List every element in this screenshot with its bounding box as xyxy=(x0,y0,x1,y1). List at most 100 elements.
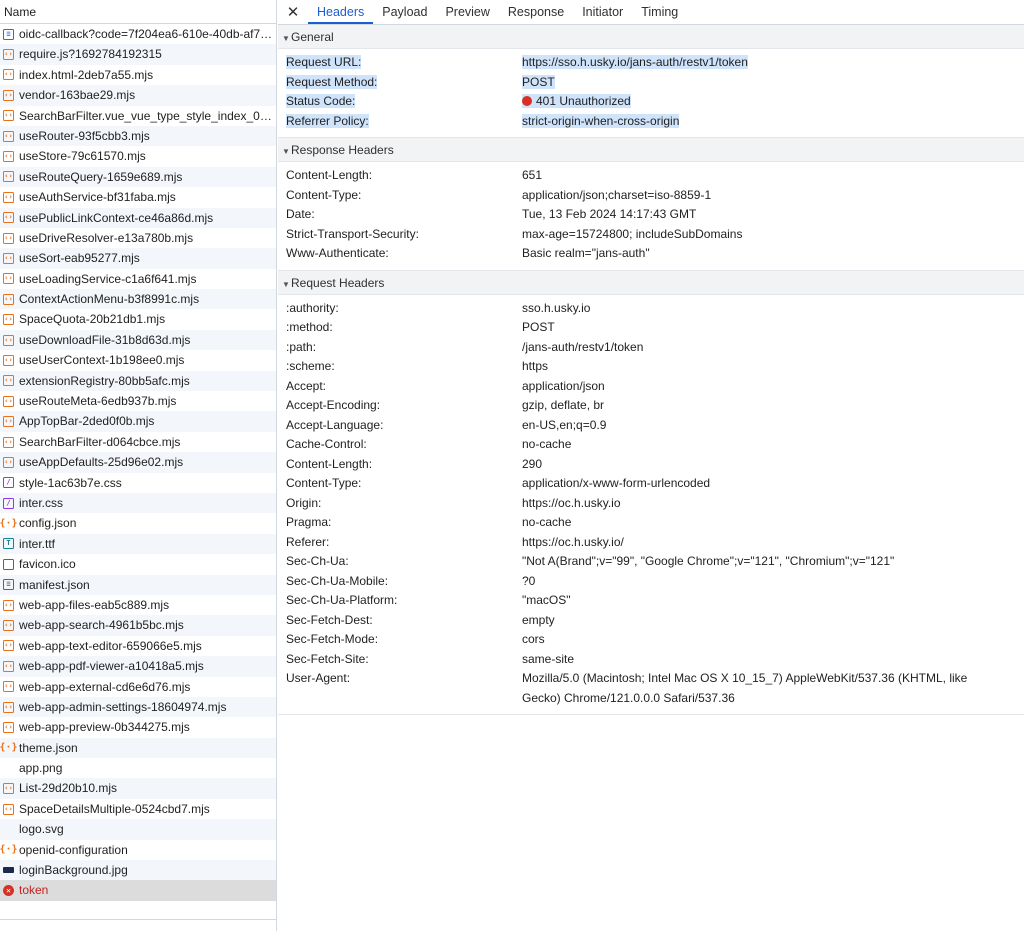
request-name: useLoadingService-c1a6f641.mjs xyxy=(19,271,197,286)
request-row[interactable]: loginBackground.jpg xyxy=(0,860,276,881)
request-row[interactable]: ‹› web-app-text-editor-659066e5.mjs xyxy=(0,636,276,656)
header-value-wrap: 290 xyxy=(522,457,542,471)
script-icon: ‹› xyxy=(3,681,14,693)
tab-payload[interactable]: Payload xyxy=(373,0,436,24)
header-value-wrap: no-cache xyxy=(522,515,571,529)
image-icon xyxy=(3,867,14,874)
tab-response[interactable]: Response xyxy=(499,0,573,24)
header-key: Sec-Ch-Ua-Mobile: xyxy=(286,573,389,588)
tab-preview[interactable]: Preview xyxy=(436,0,498,24)
request-name: extensionRegistry-80bb5afc.mjs xyxy=(19,373,190,388)
request-row[interactable]: ‹› List-29d20b10.mjs xyxy=(0,778,276,799)
tab-headers[interactable]: Headers xyxy=(308,0,374,24)
request-row[interactable]: ‹› useUserContext-1b198ee0.mjs xyxy=(0,350,276,370)
header-value: Mozilla/5.0 (Macintosh; Intel Mac OS X 1… xyxy=(522,671,968,705)
header-value-wrap: https xyxy=(522,359,548,373)
header-value: sso.h.usky.io xyxy=(522,300,591,315)
json-icon: {·} xyxy=(0,517,18,529)
request-row[interactable]: favicon.ico xyxy=(0,554,276,574)
file-icon xyxy=(3,558,14,570)
header-key: Sec-Fetch-Dest: xyxy=(286,612,373,627)
request-row[interactable]: ‹› useAppDefaults-25d96e02.mjs xyxy=(0,452,276,473)
request-row[interactable]: ‹› require.js?1692784192315 xyxy=(0,44,276,65)
request-name: web-app-pdf-viewer-a10418a5.mjs xyxy=(19,659,204,674)
request-row[interactable]: ‹› web-app-preview-0b344275.mjs xyxy=(0,717,276,737)
request-row[interactable]: ‹› usePublicLinkContext-ce46a86d.mjs xyxy=(0,207,276,228)
script-icon: ‹› xyxy=(3,130,14,142)
header-value: POST xyxy=(522,320,555,334)
request-row[interactable]: ‹› web-app-files-eab5c889.mjs xyxy=(0,595,276,615)
header-value: application/json;charset=iso-8859-1 xyxy=(522,187,712,202)
request-row[interactable]: ‹› useRouter-93f5cbb3.mjs xyxy=(0,125,276,147)
request-row[interactable]: app.png xyxy=(0,758,276,778)
close-icon[interactable]: ✕ xyxy=(278,0,308,24)
request-row[interactable]: ‹› web-app-external-cd6e6d76.mjs xyxy=(0,677,276,697)
header-key: Strict-Transport-Security: xyxy=(286,226,419,241)
request-row[interactable]: logo.svg xyxy=(0,819,276,840)
header-value-wrap: no-cache xyxy=(522,437,571,451)
header-row: Strict-Transport-Security: max-age=157248… xyxy=(278,225,1024,245)
request-row[interactable]: ‹› useStore-79c61570.mjs xyxy=(0,146,276,166)
script-icon: ‹› xyxy=(3,69,14,81)
header-value: strict-origin-when-cross-origin xyxy=(522,113,680,128)
header-row: :path: /jans-auth/restv1/token xyxy=(278,338,1024,358)
header-key: Date: xyxy=(286,207,315,221)
header-value-wrap: https://oc.h.usky.io/ xyxy=(522,535,624,549)
request-row[interactable]: ≡ oidc-callback?code=7f204ea6-610e-40db-a… xyxy=(0,24,276,44)
request-row[interactable]: ‹› ContextActionMenu-b3f8991c.mjs xyxy=(0,289,276,310)
section-header-request-headers[interactable]: ▼Request Headers xyxy=(278,270,1024,295)
request-row[interactable]: Tinter.ttf xyxy=(0,533,276,555)
header-value-wrap: gzip, deflate, br xyxy=(522,398,604,412)
section-header-general[interactable]: ▼General xyxy=(278,25,1024,49)
request-name: manifest.json xyxy=(19,577,90,592)
request-row[interactable]: ‹› SpaceDetailsMultiple-0524cbd7.mjs xyxy=(0,799,276,819)
request-row[interactable]: ‹› useRouteQuery-1659e689.mjs xyxy=(0,166,276,188)
request-name: style-1ac63b7e.css xyxy=(19,475,122,490)
request-row[interactable]: ∕ inter.css xyxy=(0,492,276,514)
header-row: Accept: application/json xyxy=(278,377,1024,397)
request-row[interactable]: ‹› vendor-163bae29.mjs xyxy=(0,85,276,106)
request-row[interactable]: ‹› useRouteMeta-6edb937b.mjs xyxy=(0,391,276,411)
request-row[interactable]: ‹› SearchBarFilter-d064cbce.mjs xyxy=(0,432,276,452)
request-row[interactable]: ∕ style-1ac63b7e.css xyxy=(0,473,276,493)
request-row[interactable]: ‹› extensionRegistry-80bb5afc.mjs xyxy=(0,370,276,392)
script-icon: ‹› xyxy=(3,395,14,407)
triangle-down-icon: ▼ xyxy=(282,34,290,43)
header-value-wrap: Tue, 13 Feb 2024 14:17:43 GMT xyxy=(522,207,696,221)
name-column-header[interactable]: Name xyxy=(0,0,276,24)
request-row[interactable]: ‹› useSort-eab95277.mjs xyxy=(0,248,276,269)
request-row[interactable]: ‹› useDownloadFile-31b8d63d.mjs xyxy=(0,329,276,351)
request-row[interactable]: ‹› SearchBarFilter.vue_vue_type_style_ind… xyxy=(0,106,276,126)
script-icon: ‹› xyxy=(3,49,14,61)
request-row[interactable]: ‹› index.html-2deb7a55.mjs xyxy=(0,65,276,85)
request-row[interactable]: {·} openid-configuration xyxy=(0,840,276,860)
header-value-wrap: application/json xyxy=(522,379,605,393)
script-icon: ‹› xyxy=(3,721,14,733)
request-row[interactable]: ‹› web-app-search-4961b5bc.mjs xyxy=(0,615,276,636)
request-name: ContextActionMenu-b3f8991c.mjs xyxy=(19,292,200,307)
request-row[interactable]: ≡ manifest.json xyxy=(0,574,276,595)
request-row[interactable]: ‹› useDriveResolver-e13a780b.mjs xyxy=(0,228,276,248)
request-row[interactable]: ‹› web-app-pdf-viewer-a10418a5.mjs xyxy=(0,656,276,677)
request-row[interactable]: ‹› useLoadingService-c1a6f641.mjs xyxy=(0,269,276,289)
header-key: Request Method: xyxy=(286,74,378,89)
request-row[interactable]: ‹› useAuthService-bf31faba.mjs xyxy=(0,187,276,207)
request-name: inter.ttf xyxy=(19,536,56,551)
header-value-wrap: strict-origin-when-cross-origin xyxy=(522,113,680,128)
section-header-response-headers[interactable]: ▼Response Headers xyxy=(278,138,1024,162)
request-row[interactable]: {·} config.json xyxy=(0,513,276,533)
header-value-wrap: ?0 xyxy=(522,574,535,588)
header-key: Content-Length: xyxy=(286,456,373,471)
request-row[interactable]: ‹› AppTopBar-2ded0f0b.mjs xyxy=(0,411,276,432)
header-value-wrap: empty xyxy=(522,613,555,627)
request-row[interactable]: ✕ token xyxy=(0,880,276,901)
request-name: require.js?1692784192315 xyxy=(19,47,162,62)
request-row[interactable]: ‹› web-app-admin-settings-18604974.mjs xyxy=(0,696,276,718)
request-row[interactable]: {·} theme.json xyxy=(0,737,276,759)
request-row[interactable]: ‹› SpaceQuota-20b21db1.mjs xyxy=(0,309,276,329)
stylesheet-icon: ∕ xyxy=(3,477,14,489)
header-row: Accept-Encoding: gzip, deflate, br xyxy=(278,396,1024,416)
tab-timing[interactable]: Timing xyxy=(632,0,687,24)
tab-initiator[interactable]: Initiator xyxy=(573,0,632,24)
header-key: Referer: xyxy=(286,534,330,549)
